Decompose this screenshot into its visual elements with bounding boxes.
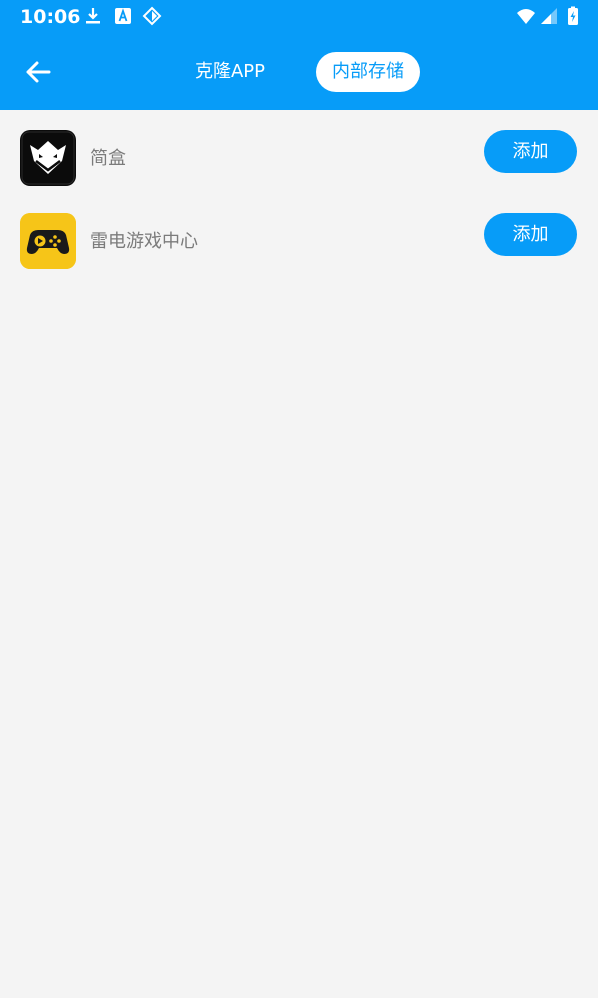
jianhe-app-icon (20, 130, 76, 186)
status-bar: 10:06 (0, 0, 598, 34)
top-header: 10:06 克隆APP 内部存储 (0, 0, 598, 110)
toolbar: 克隆APP 内部存储 (0, 34, 598, 110)
download-icon (86, 8, 100, 24)
tab-clone-app[interactable]: 克隆APP (180, 52, 280, 92)
wifi-icon (517, 9, 535, 24)
add-button[interactable]: 添加 (484, 130, 577, 173)
status-time: 10:06 (20, 6, 81, 28)
app-name: 简盒 (90, 148, 126, 169)
app-name: 雷电游戏中心 (90, 231, 198, 252)
gamepad-app-icon (20, 213, 76, 269)
list-item: 雷电游戏中心 添加 (0, 194, 598, 278)
battery-icon (568, 6, 578, 25)
tag-icon (142, 6, 162, 26)
a-square-icon (115, 8, 131, 24)
back-arrow-icon[interactable] (18, 52, 58, 92)
list-item: 简盒 添加 (0, 110, 598, 194)
tab-internal-storage[interactable]: 内部存储 (316, 52, 420, 92)
signal-icon (541, 8, 557, 24)
add-button[interactable]: 添加 (484, 213, 577, 256)
